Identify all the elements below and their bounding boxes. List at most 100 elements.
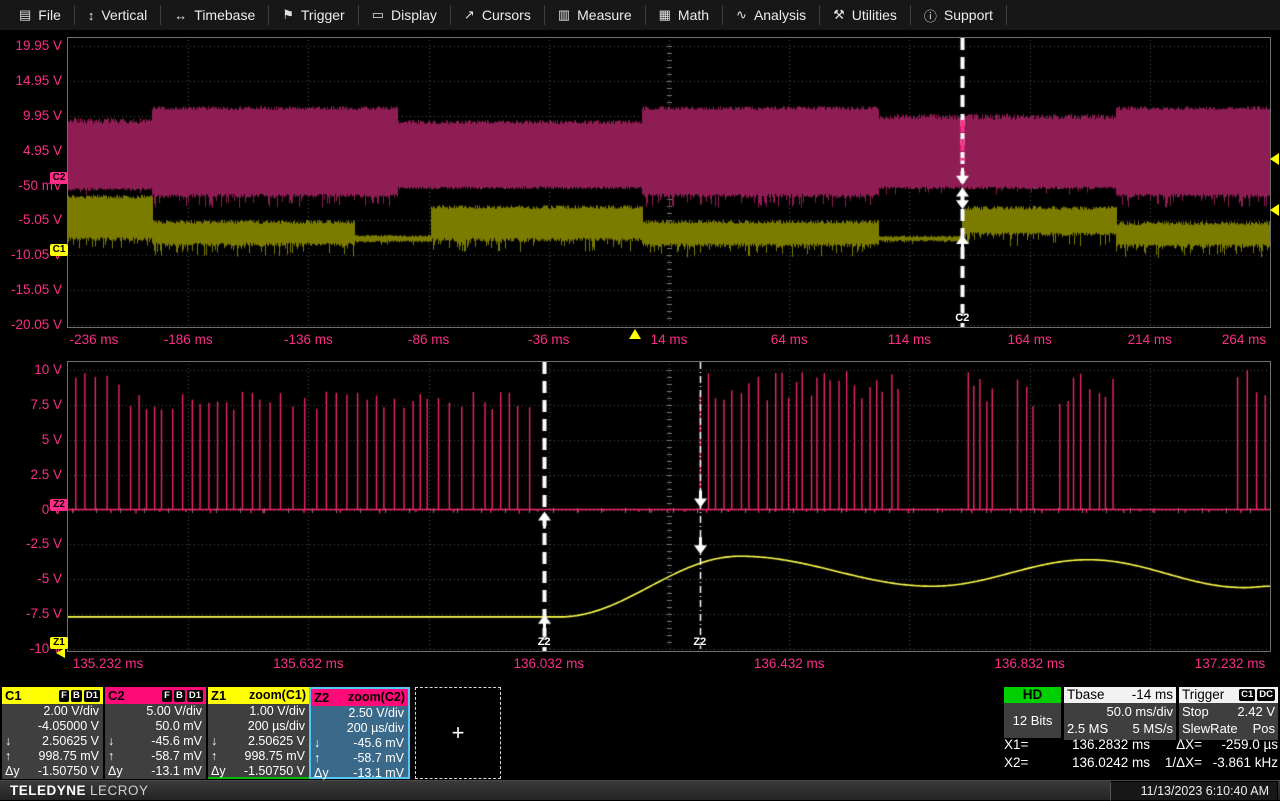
trigger-level-marker-icon[interactable] (1270, 204, 1279, 216)
v-axis-label: -2.5 V (0, 537, 62, 551)
descriptor-row: ↓2.50625 V (2, 734, 103, 749)
tbase-perdiv: 50.0 ms/div (1107, 704, 1173, 721)
menu-item-timebase[interactable]: ↔ Timebase (161, 0, 268, 30)
row-prefix: ↓ (211, 734, 217, 749)
trigger-box[interactable]: Trigger C1 DC Stop 2.42 V SlewRate Pos (1179, 687, 1278, 740)
trigger-time-marker-icon[interactable] (629, 329, 641, 339)
row-value: -45.6 mV (151, 734, 202, 749)
display-icon: ▭ (372, 7, 384, 23)
descriptor-header: Z2zoom(C2) (311, 689, 408, 706)
v-axis-label: 5 V (0, 433, 62, 447)
row-value: 5.00 V/div (146, 704, 202, 719)
trace-descriptor-c2[interactable]: C2FBD15.00 V/div50.0 mV↓-45.6 mV↑-58.7 m… (105, 687, 206, 779)
brand-logo: TELEDYNE LECROY (10, 783, 149, 798)
menu-item-label: Timebase (194, 7, 255, 23)
channel-zero-marker-z1[interactable]: Z1 (50, 637, 68, 649)
descriptor-row: ↑998.75 mV (208, 749, 309, 764)
menu-item-trigger[interactable]: ⚑Trigger (269, 0, 357, 30)
row-value: -1.50750 V (38, 764, 99, 779)
trigger-level-marker-icon[interactable] (1270, 153, 1279, 165)
menu-item-utilities[interactable]: ⚒Utilities (820, 0, 910, 30)
row-value: -58.7 mV (353, 751, 404, 766)
trace-descriptor-z1[interactable]: Z1zoom(C1)1.00 V/div200 µs/div↓2.50625 V… (208, 687, 309, 779)
add-trace-plus-icon: + (452, 720, 465, 746)
t-axis-label: -36 ms (528, 332, 569, 347)
tbase-samples: 2.5 MS (1067, 721, 1108, 738)
x2-label: X2= (1004, 754, 1040, 772)
descriptor-row: 5.00 V/div (105, 704, 206, 719)
t-axis-label: -186 ms (164, 332, 213, 347)
row-value: 998.75 mV (39, 749, 99, 764)
descriptor-row: -4.05000 V (2, 719, 103, 734)
descriptor-row: ↓-45.6 mV (105, 734, 206, 749)
trigger-source-badge: C1 (1239, 689, 1255, 701)
hd-resolution-box[interactable]: HD 12 Bits (1004, 687, 1061, 738)
descriptor-badge-f: F (162, 690, 172, 702)
timebase-box[interactable]: Tbase -14 ms 50.0 ms/div 2.5 MS 5 MS/s (1064, 687, 1176, 740)
row-value: 2.50 V/div (348, 706, 404, 721)
row-value: 998.75 mV (245, 749, 305, 764)
row-value: 1.00 V/div (249, 704, 305, 719)
trigger-coupling-badge: DC (1257, 689, 1275, 701)
row-prefix: ↑ (5, 749, 11, 764)
menu-item-vertical[interactable]: ↕Vertical (75, 0, 160, 30)
tbase-rate: 5 MS/s (1133, 721, 1173, 738)
trace-descriptor-c1[interactable]: C1FBD12.00 V/div-4.05000 V↓2.50625 V↑998… (2, 687, 103, 779)
menu-item-label: Utilities (852, 7, 897, 23)
menu-item-display[interactable]: ▭Display (359, 0, 450, 30)
descriptor-badge-f: F (59, 690, 69, 702)
main-grid[interactable] (67, 37, 1271, 328)
descriptor-row: ↓2.50625 V (208, 734, 309, 749)
menu-item-analysis[interactable]: ∿Analysis (723, 0, 819, 30)
brand-teledyne: TELEDYNE (10, 783, 86, 798)
menu-item-label: Measure (577, 7, 631, 23)
support-icon: ⓘ (924, 6, 937, 25)
channel-zero-marker-z2[interactable]: Z2 (50, 499, 68, 511)
invdx-label: 1/ΔX= (1150, 754, 1202, 772)
cursors-icon: ↗ (464, 7, 475, 23)
trigger-slope: Pos (1253, 721, 1275, 738)
t-axis-label: 137.232 ms (1195, 656, 1266, 671)
row-prefix: Δy (211, 764, 226, 779)
row-prefix: ↓ (5, 734, 11, 749)
v-axis-label: -5.05 V (0, 213, 62, 227)
zoom-grid-canvas[interactable] (68, 362, 1270, 651)
trigger-offscreen-left-icon[interactable] (56, 648, 65, 658)
menu-item-measure[interactable]: ▥ Measure (545, 0, 645, 30)
cursor-readout: X1= 136.2832 ms ΔX= -259.0 µs X2= 136.02… (1004, 736, 1280, 771)
brand-lecroy: LECROY (90, 783, 149, 798)
menu-item-label: Support (944, 7, 993, 23)
row-prefix: ↓ (314, 736, 320, 751)
row-prefix: ↑ (108, 749, 114, 764)
descriptor-header: C1 FBD1 (2, 687, 103, 704)
menu-item-file[interactable]: ▤File (6, 0, 74, 30)
measure-icon: ▥ (558, 7, 570, 23)
menu-item-math[interactable]: ▦Math (646, 0, 722, 30)
menu-item-cursors[interactable]: ↗Cursors (451, 0, 544, 30)
trace-tag: Z2 (314, 689, 329, 706)
tbase-label: Tbase (1067, 687, 1105, 703)
hd-bits: 12 Bits (1013, 713, 1053, 728)
channel-zero-marker-c1[interactable]: C1 (50, 244, 68, 256)
trace-descriptor-z2[interactable]: Z2zoom(C2)2.50 V/div200 µs/div↓-45.6 mV↑… (309, 687, 410, 779)
menu-item-label: Vertical (101, 7, 147, 23)
menu-item-support[interactable]: ⓘ Support (911, 0, 1006, 30)
add-trace-box[interactable]: + (415, 687, 501, 779)
badge-group: FBD1 (57, 690, 100, 702)
zoom-grid[interactable] (67, 361, 1271, 652)
v-axis-label: 10 V (0, 363, 62, 377)
channel-zero-marker-c2[interactable]: C2 (50, 172, 68, 184)
descriptor-row: ↑ 998.75 mV (2, 749, 103, 764)
trigger-icon: ⚑ (282, 7, 294, 23)
datetime-display[interactable]: 11/13/2023 6:10:40 AM (1110, 781, 1278, 801)
row-value: -4.05000 V (38, 719, 99, 734)
row-value: 200 µs/div (248, 719, 305, 734)
row-value: -1.50750 V (244, 764, 305, 779)
descriptor-row: 50.0 mV (105, 719, 206, 734)
row-prefix: Δy (5, 764, 20, 779)
timebase-icon: ↔ (174, 8, 187, 23)
v-axis-label: 19.95 V (0, 39, 62, 53)
descriptor-header: Z1zoom(C1) (208, 687, 309, 704)
main-grid-canvas[interactable] (68, 38, 1270, 327)
trace-tag: C1 (5, 687, 22, 704)
